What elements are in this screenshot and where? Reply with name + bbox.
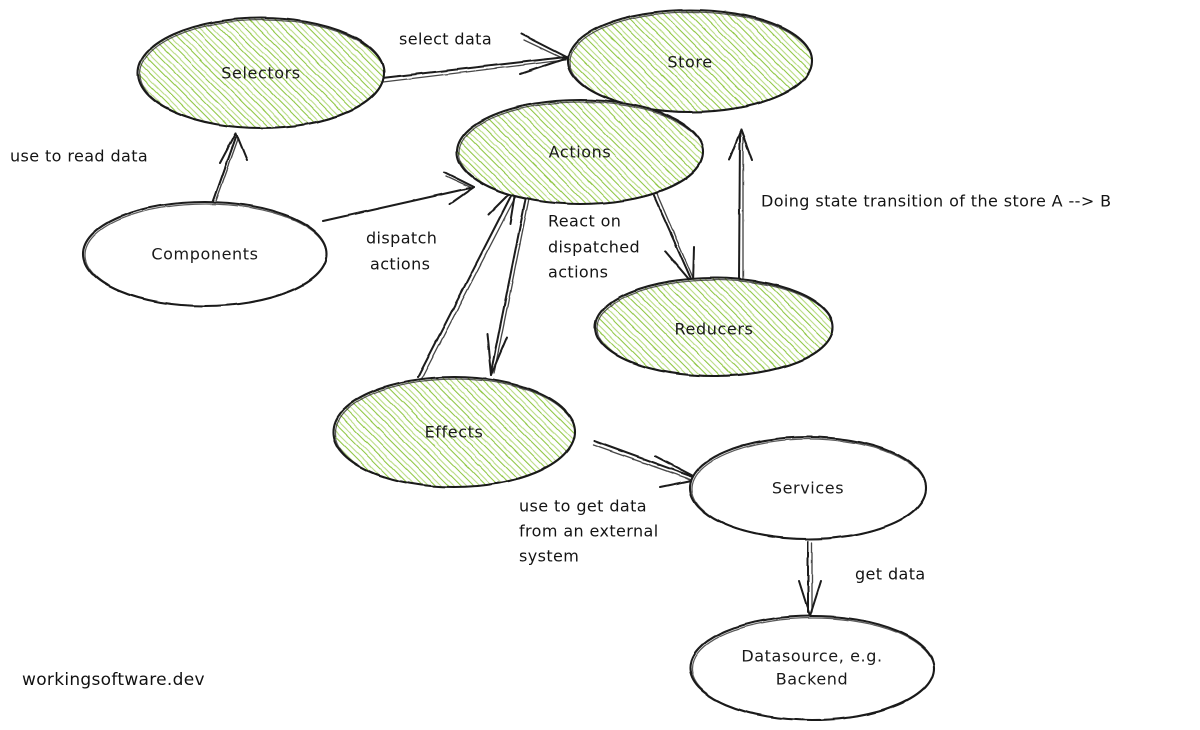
node-datasource[interactable]: Datasource, e.g. Backend: [688, 614, 936, 722]
diagram-canvas: Selectors Store Actions Components Reduc…: [0, 0, 1200, 730]
node-label-services: Services: [772, 479, 844, 498]
node-label-selectors: Selectors: [221, 64, 300, 83]
edge-label-external-line2: from an external: [519, 522, 659, 541]
node-actions[interactable]: Actions: [455, 98, 705, 206]
edge-actions-reducers: [653, 193, 695, 285]
edge-label-external-line1: use to get data: [519, 497, 647, 516]
edge-label-dispatch-line1: dispatch: [366, 229, 437, 248]
edge-label-use-to-read-data: use to read data: [10, 147, 148, 166]
edge-components-actions: [322, 171, 475, 222]
node-services[interactable]: Services: [688, 435, 928, 541]
edge-effects-services: [592, 440, 700, 488]
edge-label-react-line3: actions: [548, 263, 608, 282]
edge-label-react-line2: dispatched: [548, 238, 640, 257]
node-components[interactable]: Components: [81, 200, 329, 308]
edge-label-state-transition: Doing state transition of the store A --…: [761, 192, 1112, 211]
node-label-datasource-line1: Datasource, e.g.: [741, 647, 882, 666]
edge-components-selectors: [212, 132, 248, 203]
edge-label-react-line1: React on: [548, 212, 621, 231]
node-selectors[interactable]: Selectors: [136, 16, 386, 130]
edge-effects-actions: [417, 186, 519, 379]
edge-label-select-data: select data: [399, 30, 492, 49]
diagram-svg: Selectors Store Actions Components Reduc…: [10, 8, 1112, 722]
node-label-datasource-line2: Backend: [776, 670, 849, 689]
edge-label-external-line3: system: [519, 547, 579, 566]
edge-actions-effects: [486, 191, 531, 376]
watermark: workingsoftware.dev: [22, 670, 205, 690]
edge-reducers-store: [728, 129, 753, 282]
nodes-layer: Selectors Store Actions Components Reduc…: [81, 8, 936, 722]
node-label-components: Components: [151, 245, 258, 264]
node-effects[interactable]: Effects: [331, 375, 577, 489]
node-label-reducers: Reducers: [675, 320, 754, 339]
node-store[interactable]: Store: [566, 8, 814, 114]
node-label-effects: Effects: [425, 423, 484, 442]
edge-label-dispatch-line2: actions: [370, 255, 430, 274]
node-label-store: Store: [667, 53, 712, 72]
edge-label-get-data: get data: [855, 565, 926, 584]
node-label-actions: Actions: [549, 143, 612, 162]
edge-services-datasource: [798, 541, 822, 617]
node-reducers[interactable]: Reducers: [593, 276, 835, 378]
